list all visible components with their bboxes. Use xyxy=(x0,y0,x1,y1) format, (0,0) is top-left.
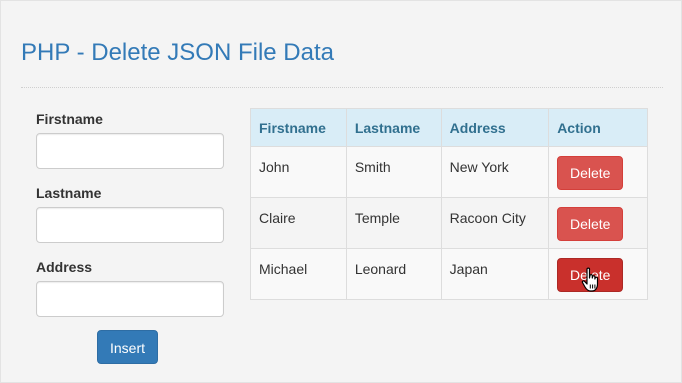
delete-button[interactable]: Delete xyxy=(557,156,624,190)
cell-address: Japan xyxy=(440,248,550,300)
table-row: Claire Temple Racoon City Delete xyxy=(250,197,648,249)
lastname-label: Lastname xyxy=(36,185,102,201)
divider xyxy=(21,87,663,88)
cell-lastname: Smith xyxy=(345,146,442,198)
header-address: Address xyxy=(440,108,550,147)
firstname-label: Firstname xyxy=(36,111,103,127)
panel: PHP - Delete JSON File Data Firstname La… xyxy=(0,0,682,383)
cell-action: Delete xyxy=(548,146,648,198)
cell-lastname: Leonard xyxy=(345,248,442,300)
cell-action: Delete xyxy=(548,197,648,249)
cell-firstname: Claire xyxy=(250,197,347,249)
cell-address: New York xyxy=(440,146,550,198)
cell-firstname: Michael xyxy=(250,248,347,300)
cell-address: Racoon City xyxy=(440,197,550,249)
cell-firstname: John xyxy=(250,146,347,198)
header-lastname: Lastname xyxy=(345,108,442,147)
firstname-input[interactable] xyxy=(36,133,224,169)
delete-button[interactable]: Delete xyxy=(557,207,624,241)
cell-lastname: Temple xyxy=(345,197,442,249)
header-firstname: Firstname xyxy=(250,108,347,147)
lastname-input[interactable] xyxy=(36,207,224,243)
page-title: PHP - Delete JSON File Data xyxy=(21,39,334,66)
address-input[interactable] xyxy=(36,281,224,317)
insert-button[interactable]: Insert xyxy=(97,330,158,364)
table-row: John Smith New York Delete xyxy=(250,146,648,198)
header-action: Action xyxy=(548,108,648,147)
table-header-row: Firstname Lastname Address Action xyxy=(250,108,648,147)
hand-pointer-icon xyxy=(581,267,599,292)
address-label: Address xyxy=(36,259,93,275)
